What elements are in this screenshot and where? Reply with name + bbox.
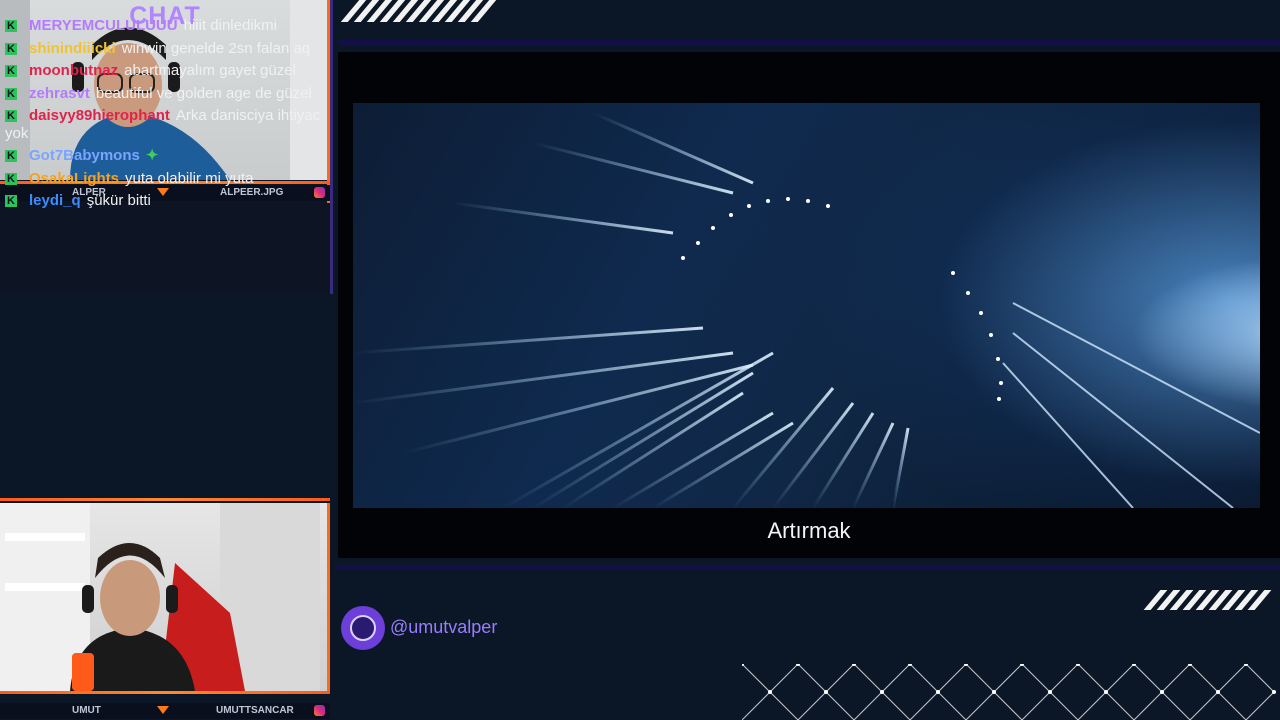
video-player[interactable] — [353, 103, 1260, 508]
chat-username[interactable]: Got7Babymons — [29, 147, 140, 164]
chat-username[interactable]: zehrasvt — [29, 85, 90, 102]
chat-username[interactable]: leydi_q — [29, 192, 81, 209]
badge-icon: K — [5, 20, 17, 32]
chat-username[interactable]: moonbutnaz — [29, 62, 118, 79]
bottom-bar — [335, 565, 1280, 570]
streamer-figure-bottom — [0, 503, 320, 691]
stage-lights-visual — [353, 111, 1260, 508]
webcam-umut — [0, 503, 330, 691]
cam-topline — [0, 498, 330, 501]
cam-name-right: UMUTTSANCAR — [216, 705, 294, 716]
badge-icon: K — [5, 150, 17, 162]
chat-text: yuta olabilir mi yuta — [125, 169, 254, 187]
chat-text: abartmayalım gayet güzel — [124, 62, 296, 79]
chat-message: K Got7Babymons ✦ — [5, 147, 323, 165]
chat-message: Kleydi_q şükür bitti — [5, 192, 323, 210]
chat-username[interactable]: MERYEMCULULUUU — [29, 17, 178, 34]
chat-message: Kmoonbutnaz abartmayalım gayet güzel — [5, 62, 323, 80]
chat-message: K MERYEMCULULUUU hiiit dinledikmi — [5, 17, 323, 35]
badge-icon: K — [5, 195, 17, 207]
globe-icon[interactable] — [341, 606, 385, 650]
chat-text: hiiit dinledikmi — [183, 17, 277, 34]
decorative-stripes-bottom — [1143, 590, 1272, 610]
emote-icon: ✦ — [145, 147, 159, 164]
chat-username[interactable]: shinindiiicki — [29, 40, 116, 57]
cam-namebar-bottom: UMUT UMUTTSANCAR — [0, 703, 330, 719]
chat-message: Kzehrasvt beautiful ve golden age de güze… — [5, 85, 323, 103]
chat-username[interactable]: OsakaLights — [29, 170, 119, 187]
chat-message: Kdaisyy89hierophant Arka danisciya ihtiya… — [5, 107, 323, 142]
triangle-icon — [157, 706, 169, 714]
social-handle[interactable]: @umutvalper — [390, 617, 497, 638]
badge-icon: K — [5, 87, 17, 100]
instagram-icon — [314, 705, 325, 716]
chat-messages[interactable]: K MERYEMCULULUUU hiiit dinledikmi Kshinind… — [5, 17, 323, 215]
cam-underline — [0, 691, 330, 694]
cam-name-left: UMUT — [72, 705, 101, 716]
chat-panel: CHAT K MERYEMCULULUUU hiiit dinledikmi Ksh… — [0, 0, 333, 294]
badge-icon: K — [5, 65, 17, 77]
badge-icon: K — [5, 172, 17, 185]
video-caption: Artırmak — [767, 518, 851, 543]
chat-text: beautiful ve golden age de güzel — [95, 84, 312, 102]
badge-icon: K — [5, 42, 17, 55]
chat-text: şükür bitti — [86, 192, 151, 209]
chat-text: winwin genelde 2sn falan aq — [121, 39, 311, 57]
badge-icon: K — [5, 110, 17, 122]
decorative-stripes-top — [340, 0, 497, 22]
chat-username[interactable]: daisyy89hierophant — [29, 107, 170, 124]
chat-message: Kshinindiiicki winwin genelde 2sn falan a… — [5, 40, 323, 58]
decorative-diamond-pattern — [742, 664, 1276, 720]
header-bar — [340, 40, 1280, 46]
chat-message: K OsakaLights yuta olabilir mi yuta — [5, 170, 323, 188]
